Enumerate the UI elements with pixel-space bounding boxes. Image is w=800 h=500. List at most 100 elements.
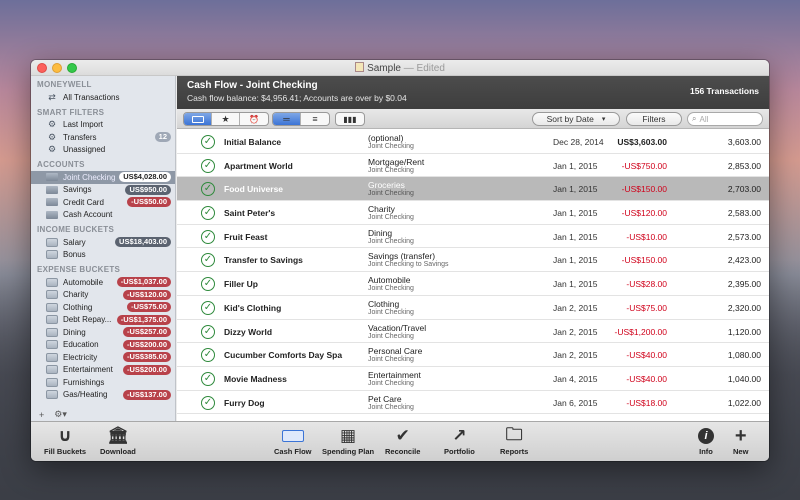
sidebar: MONEYWELL ⇄ All Transactions SMART FILTERS ⚙… — [31, 76, 176, 421]
magnet-icon: ∪ — [58, 426, 72, 445]
transaction-amount: -US$750.00 — [621, 160, 667, 171]
transaction-category: Personal Care — [368, 346, 423, 357]
fill-buckets-button[interactable]: ∪ Fill Buckets — [44, 425, 86, 456]
cleared-checkmark-icon[interactable]: ✓ — [201, 253, 215, 268]
download-button[interactable]: 🏛 Download — [100, 425, 136, 456]
row-density-selector: ═ ≡ — [272, 112, 330, 126]
cleared-checkmark-icon[interactable]: ✓ — [201, 395, 215, 410]
sidebar-item[interactable]: Furnishings — [31, 376, 175, 389]
transaction-account: Joint Checking — [368, 308, 414, 316]
add-item-button[interactable]: + — [39, 410, 44, 420]
info-label: Info — [699, 447, 713, 456]
sidebar-item[interactable]: ⚙ Transfers 12 — [31, 131, 175, 144]
register-view-button[interactable] — [184, 113, 212, 125]
running-balance: 3,603.00 — [727, 137, 761, 147]
cash-flow-button[interactable]: Cash Flow — [274, 425, 312, 456]
star-view-button[interactable]: ★ — [212, 113, 240, 125]
sidebar-item-label: Transfers — [63, 132, 97, 142]
reports-button[interactable]: 🗀 Reports — [500, 425, 528, 457]
cleared-checkmark-icon[interactable]: ✓ — [201, 277, 215, 292]
sidebar-section-heading: MONEYWELL — [37, 80, 92, 89]
table-icon: ▦ — [340, 426, 357, 445]
sidebar-item[interactable]: Cash Account — [31, 209, 175, 222]
sidebar-item[interactable]: Electricity -US$385.00 — [31, 351, 175, 364]
sidebar-item[interactable]: Gas/Heating -US$137.00 — [31, 389, 175, 402]
cleared-checkmark-icon[interactable]: ✓ — [201, 300, 215, 315]
cleared-checkmark-icon[interactable]: ✓ — [201, 348, 215, 363]
running-balance: 2,320.00 — [727, 302, 761, 313]
balance-badge: -US$137.00 — [122, 389, 171, 400]
transaction-row[interactable]: ✓ Fruit Feast Dining Joint Checking Jan 1, 2… — [177, 224, 769, 249]
cleared-checkmark-icon[interactable]: ✓ — [201, 229, 215, 244]
sidebar-item[interactable]: Bonus — [31, 249, 175, 262]
cleared-checkmark-icon[interactable]: ✓ — [201, 135, 215, 149]
transaction-row[interactable]: ✓ Kid's Clothing Clothing Joint Checking Jan… — [177, 295, 769, 320]
transaction-payee: Fruit Feast — [224, 231, 268, 242]
sidebar-item[interactable]: Salary US$18,403.00 — [31, 236, 175, 249]
transaction-row[interactable]: ✓ Saint Peter's Charity Joint Checking Jan 1… — [177, 201, 769, 225]
multi-line-icon: ≡ — [312, 114, 318, 124]
cleared-checkmark-icon[interactable]: ✓ — [201, 371, 215, 386]
transaction-account: Joint Checking — [368, 237, 414, 245]
sidebar-action-menu[interactable]: ⚙▾ — [54, 409, 67, 420]
sidebar-item[interactable]: Savings US$950.00 — [31, 184, 175, 197]
scheduled-view-button[interactable]: ⏰ — [240, 113, 268, 125]
cleared-checkmark-icon[interactable]: ✓ — [201, 182, 215, 197]
sidebar-item[interactable]: Dining -US$257.00 — [31, 326, 175, 339]
transaction-row[interactable]: ✓ Dizzy World Vacation/Travel Joint Checkin… — [177, 319, 769, 344]
expanded-rows-button[interactable]: ≡ — [301, 113, 329, 125]
star-icon: ★ — [221, 113, 230, 124]
transaction-category: Charity — [368, 204, 395, 215]
sidebar-item[interactable]: Entertainment -US$200.00 — [31, 364, 175, 377]
search-field[interactable]: ⌕ All — [687, 112, 763, 126]
spending-plan-button[interactable]: ▦ Spending Plan — [322, 425, 374, 456]
plus-icon: + — [734, 424, 747, 447]
transaction-amount: -US$28.00 — [626, 279, 667, 290]
info-button[interactable]: i Info — [698, 425, 714, 456]
sidebar-item-label: Credit Card — [63, 197, 104, 207]
sidebar-item[interactable]: Charity -US$120.00 — [31, 289, 175, 302]
chart-view-button[interactable]: ▮▮▮ — [336, 113, 364, 125]
sidebar-item-label: Clothing — [63, 302, 93, 312]
transaction-category: Vacation/Travel — [368, 322, 427, 333]
compact-rows-button[interactable]: ═ — [273, 113, 301, 125]
sidebar-item[interactable]: ⚙ Last Import — [31, 119, 175, 132]
sidebar-item[interactable]: Credit Card -US$50.00 — [31, 196, 175, 209]
transaction-row[interactable]: ✓ Furry Dog Pet Care Joint Checking Jan 6, 2… — [177, 390, 769, 415]
sidebar-section-heading: INCOME BUCKETS — [37, 225, 115, 234]
sidebar-item[interactable]: ⇄ All Transactions — [31, 91, 175, 104]
sidebar-item[interactable]: Education -US$200.00 — [31, 339, 175, 352]
sidebar-item-label: Joint Checking — [63, 172, 116, 182]
main-pane: Cash Flow - Joint Checking Cash flow bal… — [177, 76, 769, 421]
cleared-checkmark-icon[interactable]: ✓ — [201, 324, 215, 339]
filters-button[interactable]: Filters — [626, 112, 682, 126]
running-balance: 1,022.00 — [727, 397, 761, 408]
running-balance: 2,703.00 — [727, 184, 761, 195]
sidebar-item-label: Cash Account — [63, 210, 113, 220]
cleared-checkmark-icon[interactable]: ✓ — [201, 158, 215, 173]
register-title: Cash Flow - Joint Checking — [187, 80, 318, 91]
transaction-payee: Transfer to Savings — [224, 255, 303, 266]
transaction-row[interactable]: ✓ Initial Balance (optional) Joint Checking… — [177, 130, 769, 154]
app-window: Sample — Edited MONEYWELL ⇄ All Transactio… — [31, 60, 769, 461]
transaction-row[interactable]: ✓ Food Universe Groceries Joint Checking Jan… — [177, 177, 769, 202]
transaction-row[interactable]: ✓ Movie Madness Entertainment Joint Checkin… — [177, 366, 769, 391]
transaction-list: ✓ Initial Balance (optional) Joint Checking… — [177, 130, 769, 421]
reconcile-button[interactable]: ✔ Reconcile — [385, 425, 420, 456]
sidebar-section-heading: EXPENSE BUCKETS — [37, 265, 121, 274]
portfolio-button[interactable]: ↗ Portfolio — [444, 425, 475, 456]
cleared-checkmark-icon[interactable]: ✓ — [201, 206, 215, 221]
sidebar-item[interactable]: Joint Checking US$4,028.00 — [31, 171, 175, 184]
transaction-row[interactable]: ✓ Transfer to Savings Savings (transfer) Jo… — [177, 248, 769, 273]
sort-dropdown[interactable]: Sort by Date ▾ — [532, 112, 620, 126]
sidebar-item[interactable]: Debt Repay... -US$1,375.00 — [31, 314, 175, 327]
sidebar-item[interactable]: ⚙ Unassigned — [31, 144, 175, 157]
new-button[interactable]: + New — [733, 424, 748, 457]
sidebar-item[interactable]: Clothing -US$75.00 — [31, 301, 175, 314]
edited-status: — Edited — [403, 63, 445, 74]
transaction-row[interactable]: ✓ Filler Up Automobile Joint Checking Jan 1,… — [177, 272, 769, 296]
sidebar-item[interactable]: Automobile -US$1,037.00 — [31, 276, 175, 289]
spending-plan-label: Spending Plan — [322, 447, 375, 456]
transaction-row[interactable]: ✓ Cucumber Comforts Day Spa Personal Care J… — [177, 343, 769, 367]
transaction-row[interactable]: ✓ Apartment World Mortgage/Rent Joint Check… — [177, 153, 769, 178]
